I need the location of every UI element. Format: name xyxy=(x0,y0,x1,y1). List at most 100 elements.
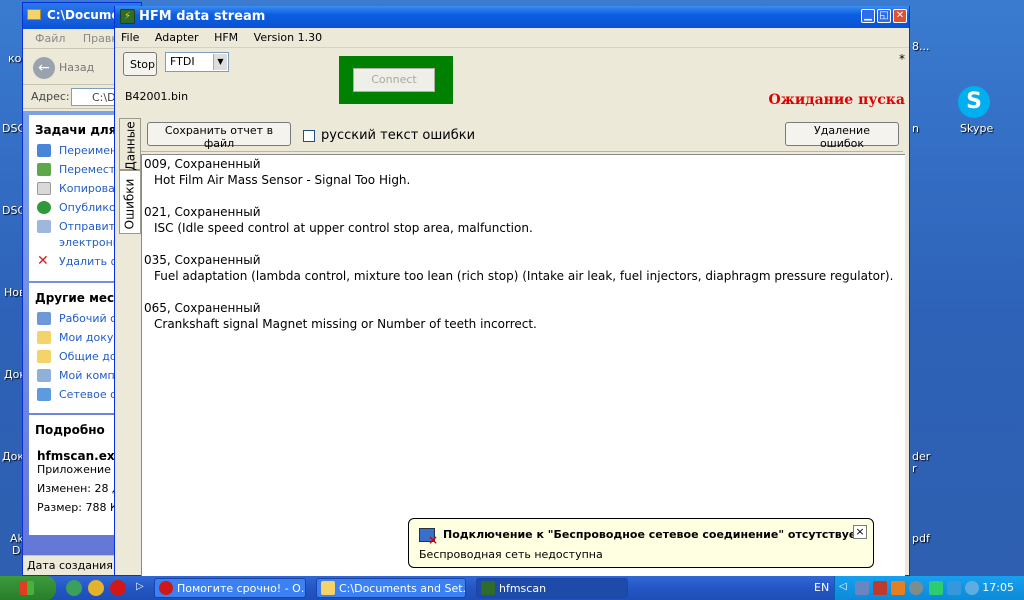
mail-agent-icon[interactable] xyxy=(88,580,104,596)
error-code: 021, Сохраненный xyxy=(144,205,261,219)
tab-errors-label: Ошибки xyxy=(122,178,137,230)
taskbar: ▷ Помогите срочно! - О... C:\Documents a… xyxy=(0,576,1024,600)
start-button[interactable] xyxy=(0,576,56,600)
menu-hfm[interactable]: HFM xyxy=(214,31,238,44)
folder-icon xyxy=(37,331,51,344)
desktop-icon-label[interactable]: D xyxy=(12,544,20,557)
balloon-text: Беспроводная сеть недоступна xyxy=(419,548,603,561)
save-report-button[interactable]: Сохранить отчет в файл xyxy=(147,122,291,150)
task-hfmscan[interactable]: hfmscan xyxy=(476,578,628,598)
adapter-value: FTDI xyxy=(170,55,195,68)
computer-icon xyxy=(37,369,51,382)
clock[interactable]: 17:05 xyxy=(982,581,1014,594)
desktop-icon-label[interactable]: pdf xyxy=(912,532,930,545)
wireless-disconnected-icon[interactable] xyxy=(873,581,887,595)
menu-file[interactable]: File xyxy=(121,31,139,44)
move-icon xyxy=(37,163,51,176)
place-label: Сетевое о xyxy=(59,388,117,401)
settings-icon[interactable] xyxy=(909,581,923,595)
folder-icon xyxy=(321,581,335,595)
russian-text-label[interactable]: русский текст ошибки xyxy=(321,128,475,143)
task-label: Отправить xyxy=(59,220,122,233)
hfm-window: ⚡ HFM data stream ▁ ◱ ✕ File Adapter HFM… xyxy=(114,6,910,576)
tray-expand-icon[interactable]: ◁ xyxy=(839,581,847,592)
errors-text-area[interactable]: 009, Сохраненный Hot Film Air Mass Senso… xyxy=(141,154,905,576)
tab-data-label: Данные xyxy=(123,121,138,171)
task-label: hfmscan xyxy=(499,582,547,595)
vertical-tabs: Данные Ошибки xyxy=(119,118,141,238)
skype-tray-icon[interactable] xyxy=(965,581,979,595)
globe-icon xyxy=(37,201,51,214)
balloon-close-button[interactable]: × xyxy=(853,525,867,539)
task-label: Копироват xyxy=(59,182,122,195)
minimize-icon[interactable]: ▁ xyxy=(861,9,875,23)
tab-data[interactable]: Данные xyxy=(119,118,141,171)
safely-remove-icon[interactable] xyxy=(947,581,961,595)
task-label: C:\Documents and Set... xyxy=(339,582,466,595)
errors-toolbar: Сохранить отчет в файл русский текст оши… xyxy=(141,118,903,152)
mail-icon xyxy=(37,220,51,233)
error-entry: 065, Сохраненный Crankshaft signal Magne… xyxy=(144,301,905,333)
task-opera[interactable]: Помогите срочно! - О... xyxy=(154,578,306,598)
task-label: Опубликов xyxy=(59,201,123,214)
network-disconnected-icon[interactable] xyxy=(855,581,869,595)
back-button-label[interactable]: Назад xyxy=(59,61,94,74)
error-code: 035, Сохраненный xyxy=(144,253,261,267)
torrent-icon[interactable] xyxy=(66,580,82,596)
menu-adapter[interactable]: Adapter xyxy=(155,31,199,44)
error-code: 009, Сохраненный xyxy=(144,157,261,171)
back-arrow-icon[interactable]: ← xyxy=(33,57,55,79)
hfm-title: HFM data stream xyxy=(139,9,266,24)
wireless-disconnected-icon xyxy=(419,528,438,547)
folder-icon xyxy=(37,350,51,363)
task-label: Помогите срочно! - О... xyxy=(177,582,306,595)
desktop-icon-label[interactable]: n xyxy=(912,122,919,135)
adapter-select[interactable]: FTDI ▼ xyxy=(165,52,229,72)
maximize-icon[interactable]: ◱ xyxy=(877,9,891,23)
error-code: 065, Сохраненный xyxy=(144,301,261,315)
desktop-icon xyxy=(37,312,51,325)
error-entry: 035, Сохраненный Fuel adaptation (lambda… xyxy=(144,253,905,285)
delete-icon: ✕ xyxy=(37,253,49,269)
status-text: Ожидание пуска xyxy=(768,92,905,108)
error-description: Hot Film Air Mass Sensor - Signal Too Hi… xyxy=(154,173,411,187)
task-explorer[interactable]: C:\Documents and Set... xyxy=(316,578,466,598)
opera-icon xyxy=(159,581,173,595)
address-label: Адрес: xyxy=(31,90,70,103)
modified-marker: * xyxy=(899,52,905,66)
skype-label[interactable]: Skype xyxy=(960,122,993,135)
copy-icon xyxy=(37,182,51,195)
quicklaunch-expand-icon[interactable]: ▷ xyxy=(136,581,144,592)
folder-icon xyxy=(27,9,41,20)
system-tray: ◁ 17:05 xyxy=(834,576,1024,600)
stop-button[interactable]: Stop xyxy=(123,52,157,76)
menu-version[interactable]: Version 1.30 xyxy=(254,31,322,44)
volume-icon[interactable] xyxy=(891,581,905,595)
chevron-down-icon[interactable]: ▼ xyxy=(213,54,227,70)
task-label: электронн xyxy=(59,236,120,249)
skype-icon[interactable]: S xyxy=(958,86,990,118)
network-balloon[interactable]: Подключение к "Беспроводное сетевое соед… xyxy=(408,518,874,568)
menu-file[interactable]: Файл xyxy=(35,32,65,45)
connection-icon[interactable] xyxy=(929,581,943,595)
clear-errors-button[interactable]: Удаление ошибок xyxy=(785,122,899,150)
task-label: Переимен xyxy=(59,144,118,157)
error-description: Fuel adaptation (lambda control, mixture… xyxy=(154,269,894,283)
error-entry: 021, Сохраненный ISC (Idle speed control… xyxy=(144,205,905,237)
russian-text-checkbox[interactable] xyxy=(303,130,315,142)
desktop-icon-label[interactable]: r xyxy=(912,462,917,475)
connect-indicator: Connect xyxy=(339,56,453,104)
hfm-titlebar[interactable]: ⚡ HFM data stream ▁ ◱ ✕ xyxy=(115,6,909,28)
hfm-menubar: File Adapter HFM Version 1.30 xyxy=(115,28,909,48)
desktop-icon-label[interactable]: Док xyxy=(2,450,24,463)
connect-button[interactable]: Connect xyxy=(353,68,435,92)
desktop-icon-label[interactable]: 8... xyxy=(912,40,930,53)
opera-icon[interactable] xyxy=(110,580,126,596)
language-indicator[interactable]: EN xyxy=(814,581,829,594)
desktop-icon-label[interactable]: ко xyxy=(8,52,21,65)
windows-flag-icon xyxy=(20,581,34,595)
close-icon[interactable]: ✕ xyxy=(893,9,907,23)
place-label: Мой компь xyxy=(59,369,122,382)
tab-errors[interactable]: Ошибки xyxy=(119,170,141,234)
hfm-app-icon xyxy=(481,581,495,595)
